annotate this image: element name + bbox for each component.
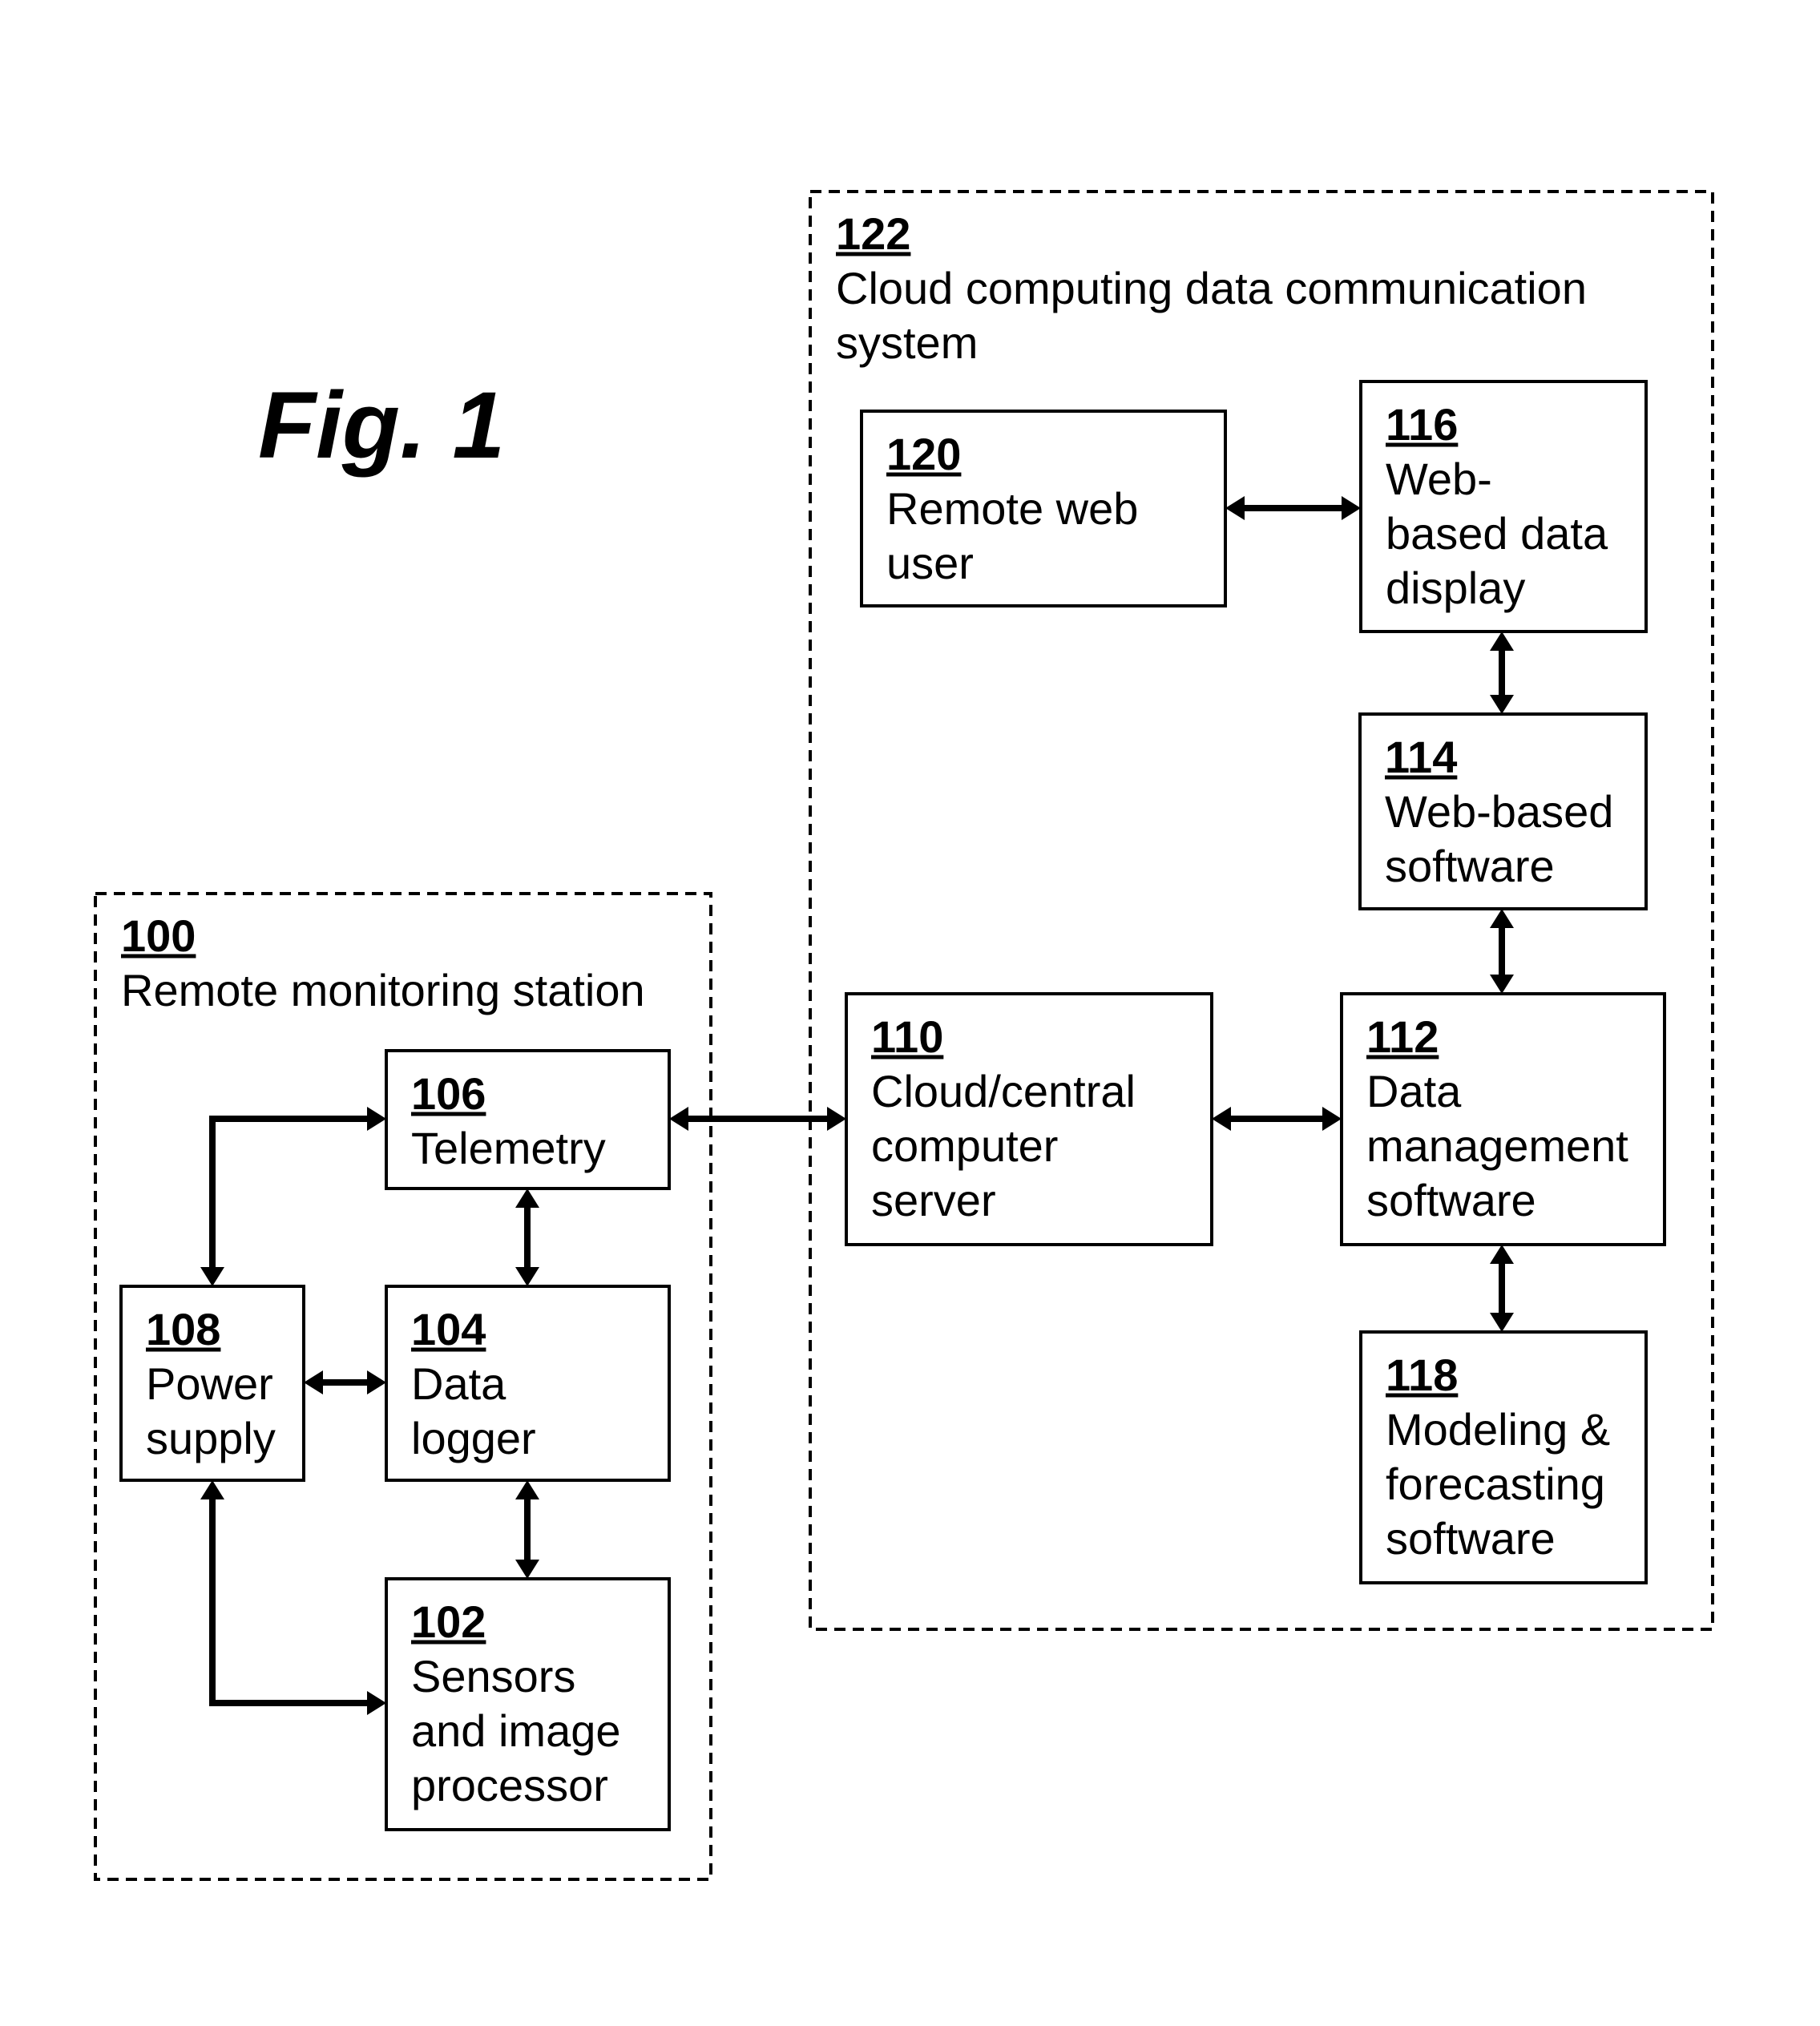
block-112-label-line: Data: [1366, 1066, 1462, 1116]
block-106-number: 106: [411, 1068, 486, 1119]
block-110-label-line: Cloud/central: [871, 1066, 1136, 1116]
arrow-head-left-icon: [304, 1370, 323, 1394]
block-118-label-line: Modeling &: [1386, 1404, 1610, 1455]
block-118-number: 118: [1386, 1350, 1458, 1400]
arrow-head-right-icon: [1322, 1107, 1342, 1131]
block-112-label-line: software: [1366, 1175, 1536, 1225]
group-100-label-line: Remote monitoring station: [121, 965, 645, 1015]
connector-120-116: [1225, 496, 1361, 520]
connector-106-104: [515, 1189, 539, 1286]
connector-112-118: [1490, 1245, 1514, 1332]
group-122-number: 122: [836, 208, 910, 259]
block-118-label-line: software: [1386, 1513, 1556, 1564]
arrow-head-up-icon: [200, 1480, 224, 1499]
block-110-label-line: computer: [871, 1120, 1058, 1171]
block-114: 114Web-basedsoftware: [1358, 712, 1648, 910]
block-110-label-line: server: [871, 1175, 996, 1225]
group-100-number: 100: [121, 910, 196, 961]
connector-line: [209, 1116, 369, 1269]
block-106: 106Telemetry: [385, 1049, 671, 1190]
arrow-head-down-icon: [515, 1267, 539, 1286]
block-114-label-line: software: [1385, 841, 1555, 891]
arrow-head-down-icon: [515, 1560, 539, 1579]
block-120-label-line: user: [886, 538, 974, 588]
block-120: 120Remote webuser: [860, 410, 1227, 607]
connector-108-104: [304, 1370, 386, 1394]
arrow-head-right-icon: [367, 1370, 386, 1394]
arrow-head-left-icon: [1225, 496, 1245, 520]
arrow-head-up-icon: [515, 1480, 539, 1499]
arrow-head-down-icon: [1490, 975, 1514, 994]
block-112-number: 112: [1366, 1011, 1439, 1062]
connector-116-114: [1490, 632, 1514, 714]
block-116: 116Web-based datadisplay: [1359, 380, 1648, 633]
block-102-label-line: and image: [411, 1705, 621, 1756]
arrow-head-down-icon: [200, 1267, 224, 1286]
connector-106-108: [200, 1107, 386, 1286]
arrow-head-up-icon: [515, 1189, 539, 1208]
blocks-layer: 120Remote webuser 116Web-based datadispla…: [119, 380, 1666, 1831]
arrow-head-up-icon: [1490, 909, 1514, 928]
block-102-label-line: processor: [411, 1760, 608, 1810]
block-116-label-line: Web-: [1386, 454, 1492, 504]
block-108-number: 108: [146, 1304, 220, 1354]
block-114-label-line: Web-based: [1385, 786, 1613, 837]
block-120-label-line: Remote web: [886, 483, 1138, 534]
arrow-head-down-icon: [1490, 1313, 1514, 1332]
block-110-number: 110: [871, 1011, 943, 1062]
block-118-label-line: forecasting: [1386, 1459, 1605, 1509]
connector-114-112: [1490, 909, 1514, 994]
block-104-number: 104: [411, 1304, 486, 1354]
connector-108-102: [200, 1480, 386, 1715]
block-diagram: Fig. 1 122Cloud computing data communica…: [94, 190, 1714, 1881]
arrow-head-up-icon: [1490, 632, 1514, 651]
block-104-label-line: logger: [411, 1413, 536, 1463]
block-106-label-line: Telemetry: [411, 1123, 606, 1173]
block-108-label-line: Power: [146, 1358, 273, 1409]
block-102-label-line: Sensors: [411, 1651, 575, 1701]
group-122-label-line: system: [836, 317, 978, 368]
block-102: 102Sensorsand imageprocessor: [385, 1577, 671, 1831]
arrow-head-right-icon: [1342, 496, 1361, 520]
block-118: 118Modeling &forecastingsoftware: [1359, 1330, 1648, 1584]
arrow-head-right-icon: [367, 1691, 386, 1715]
block-116-number: 116: [1386, 399, 1458, 450]
arrow-head-right-icon: [827, 1107, 846, 1131]
block-104: 104Datalogger: [385, 1285, 671, 1482]
figure-title: Fig. 1: [258, 373, 505, 478]
block-112: 112Datamanagementsoftware: [1340, 992, 1666, 1246]
group-122-label-line: Cloud computing data communication: [836, 263, 1587, 313]
block-104-label-line: Data: [411, 1358, 506, 1409]
block-110: 110Cloud/centralcomputerserver: [845, 992, 1213, 1246]
block-120-number: 120: [886, 429, 961, 479]
block-112-label-line: management: [1366, 1120, 1628, 1171]
block-114-number: 114: [1385, 732, 1457, 782]
arrow-head-left-icon: [669, 1107, 688, 1131]
connector-104-102: [515, 1480, 539, 1579]
block-102-number: 102: [411, 1596, 486, 1647]
connector-110-112: [1212, 1107, 1342, 1131]
block-116-label-line: based data: [1386, 508, 1608, 559]
connector-line: [209, 1498, 369, 1706]
block-108: 108Powersupply: [119, 1285, 305, 1482]
block-108-label-line: supply: [146, 1413, 276, 1463]
arrow-head-up-icon: [1490, 1245, 1514, 1264]
arrow-head-right-icon: [367, 1107, 386, 1131]
block-116-label-line: display: [1386, 563, 1525, 613]
arrow-head-down-icon: [1490, 695, 1514, 714]
arrow-head-left-icon: [1212, 1107, 1231, 1131]
connector-106-110: [669, 1107, 846, 1131]
